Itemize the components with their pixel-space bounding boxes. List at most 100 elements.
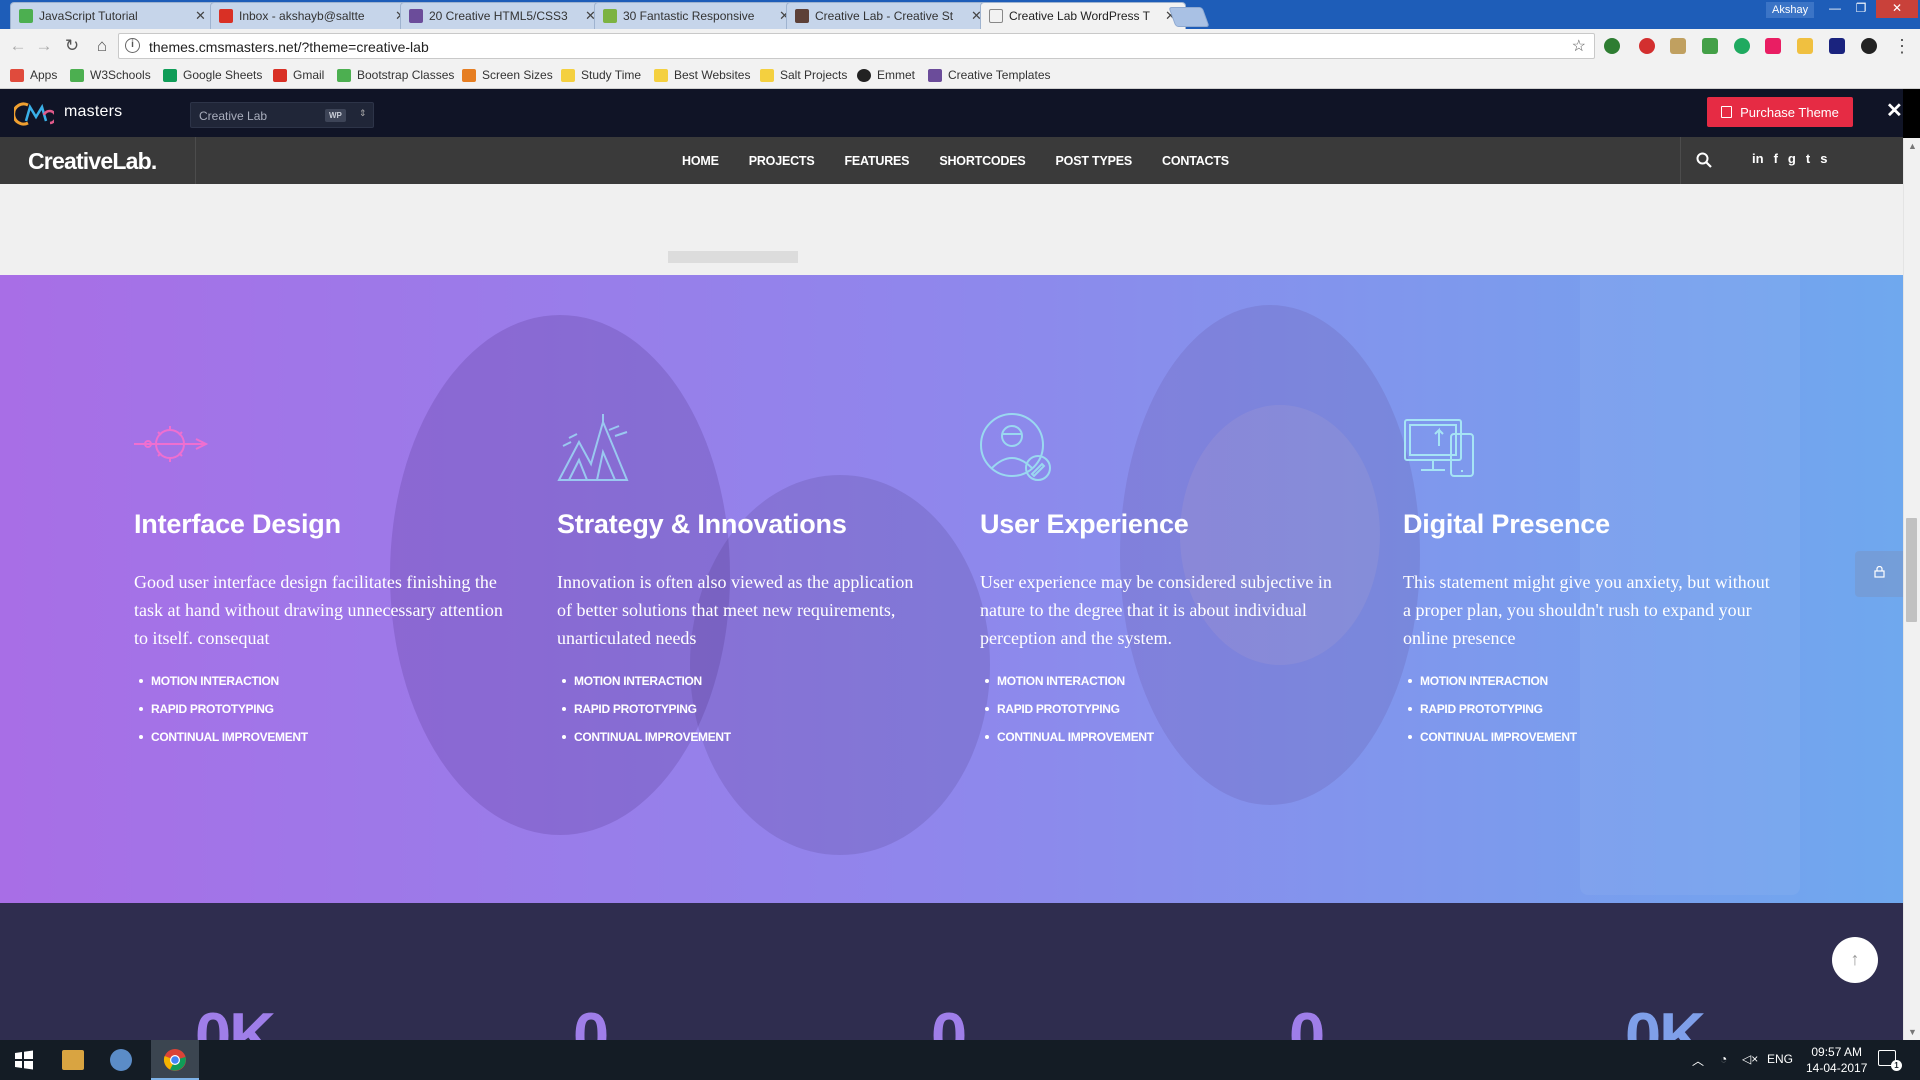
- bookmark-item[interactable]: Emmet: [857, 68, 915, 82]
- bookmark-label: Apps: [30, 68, 58, 82]
- folder-icon: [760, 68, 774, 82]
- browser-tab-active[interactable]: Creative Lab WordPress T ✕: [980, 2, 1186, 29]
- restore-icon[interactable]: ❐: [1848, 0, 1874, 18]
- feature-list: MOTION INTERACTION RAPID PROTOTYPING CON…: [1403, 674, 1783, 744]
- extension-pin-icon[interactable]: [1702, 38, 1718, 54]
- feature-title: Interface Design: [134, 509, 341, 539]
- window-close-icon[interactable]: ✕: [1876, 0, 1918, 18]
- tab-label: 20 Creative HTML5/CSS3: [429, 9, 568, 23]
- forward-arrow-icon[interactable]: →: [34, 36, 54, 56]
- reload-icon[interactable]: ↻: [62, 36, 82, 56]
- feature-list-item: MOTION INTERACTION: [1403, 674, 1783, 688]
- profile-button[interactable]: Akshay: [1766, 2, 1815, 18]
- info-icon[interactable]: i: [125, 38, 140, 53]
- feature-column: Digital Presence This statement might gi…: [1403, 412, 1783, 758]
- bookmark-label: Gmail: [293, 68, 325, 82]
- menu-kebab-icon[interactable]: ⋮: [1892, 36, 1912, 56]
- wifi-icon[interactable]: ◔: [1720, 1052, 1727, 1066]
- divider: [195, 137, 196, 184]
- bookmark-item[interactable]: Apps: [10, 68, 57, 82]
- clock[interactable]: 09:57 AM 14-04-2017: [1806, 1044, 1867, 1076]
- bookmark-item[interactable]: Gmail: [273, 68, 324, 82]
- browser-tab[interactable]: 20 Creative HTML5/CSS3 ✕: [400, 2, 606, 29]
- new-tab-button[interactable]: [1168, 7, 1210, 27]
- browser-tab[interactable]: 30 Fantastic Responsive ✕: [594, 2, 800, 29]
- bookmark-item[interactable]: Screen Sizes: [462, 68, 553, 82]
- purchase-theme-button[interactable]: Purchase Theme: [1707, 97, 1853, 127]
- skype-icon[interactable]: s: [1820, 151, 1827, 166]
- scroll-down-arrow-icon[interactable]: ▼: [1908, 1027, 1917, 1037]
- search-icon[interactable]: [1695, 151, 1713, 169]
- site-logo[interactable]: CreativeLab.: [28, 148, 157, 175]
- tray-chevron-icon[interactable]: ︿: [1692, 1052, 1704, 1069]
- extension-recycle-icon[interactable]: [1604, 38, 1620, 54]
- close-icon[interactable]: ✕: [1886, 98, 1903, 123]
- windows-start-icon[interactable]: [12, 1048, 36, 1072]
- bookmark-favicon-icon: [163, 68, 177, 82]
- tab-label: JavaScript Tutorial: [39, 9, 138, 23]
- feature-list-item: MOTION INTERACTION: [134, 674, 514, 688]
- theme-select-value: Creative Lab: [199, 109, 268, 123]
- tab-label: Creative Lab - Creative St: [815, 9, 954, 23]
- clock-date: 14-04-2017: [1806, 1061, 1868, 1075]
- extension-v-icon[interactable]: [1829, 38, 1845, 54]
- select-arrows-icon: ⇕: [359, 108, 367, 118]
- bookmark-item[interactable]: Google Sheets: [163, 68, 262, 82]
- bookmark-item[interactable]: Creative Templates: [928, 68, 1051, 82]
- tab-favicon-icon: [219, 9, 233, 23]
- lock-icon: [1874, 566, 1885, 578]
- linkedin-icon[interactable]: in: [1752, 151, 1764, 166]
- nav-contacts[interactable]: CONTACTS: [1162, 154, 1229, 168]
- home-icon[interactable]: ⌂: [92, 36, 112, 56]
- twitter-icon[interactable]: t: [1806, 151, 1810, 166]
- nav-projects[interactable]: PROJECTS: [749, 154, 815, 168]
- section-heading-ghost: [668, 251, 798, 263]
- tab-close-icon[interactable]: ✕: [195, 8, 207, 24]
- scrollbar-thumb[interactable]: [1906, 518, 1917, 622]
- back-arrow-icon[interactable]: ←: [8, 36, 28, 56]
- sticky-side-tab[interactable]: [1855, 551, 1903, 597]
- extension-color-icon[interactable]: [1765, 38, 1781, 54]
- taskbar-chrome-active[interactable]: [151, 1040, 199, 1080]
- sublime-text-icon[interactable]: [62, 1050, 84, 1070]
- main-nav: HOME PROJECTS FEATURES SHORTCODES POST T…: [682, 137, 1229, 184]
- stat-counter: 0K: [195, 999, 276, 1040]
- feature-text: Innovation is often also viewed as the a…: [557, 572, 914, 648]
- bookmark-folder[interactable]: Salt Projects: [760, 68, 847, 82]
- app-gear-icon[interactable]: [110, 1049, 132, 1071]
- adblock-extension-icon[interactable]: [1639, 38, 1655, 54]
- minimize-icon[interactable]: —: [1822, 0, 1848, 18]
- address-bar[interactable]: i themes.cmsmasters.net/?theme=creative-…: [118, 33, 1595, 59]
- scroll-to-top-button[interactable]: ↑: [1832, 937, 1878, 983]
- nav-shortcodes[interactable]: SHORTCODES: [939, 154, 1025, 168]
- grammarly-extension-icon[interactable]: [1734, 38, 1750, 54]
- feature-list-item: RAPID PROTOTYPING: [134, 702, 514, 716]
- notification-count: 1: [1891, 1060, 1902, 1071]
- extension-dark-icon[interactable]: [1861, 38, 1877, 54]
- bookmark-star-icon[interactable]: ☆: [1572, 36, 1586, 56]
- nav-home[interactable]: HOME: [682, 154, 719, 168]
- browser-tab[interactable]: Inbox - akshayb@saltte ✕: [210, 2, 416, 29]
- volume-icon[interactable]: ◁×: [1742, 1052, 1758, 1066]
- browser-tab[interactable]: Creative Lab - Creative St ✕: [786, 2, 992, 29]
- extension-hammer-icon[interactable]: [1670, 38, 1686, 54]
- nav-features[interactable]: FEATURES: [844, 154, 909, 168]
- language-indicator[interactable]: ENG: [1767, 1052, 1793, 1066]
- address-url[interactable]: themes.cmsmasters.net/?theme=creative-la…: [149, 39, 429, 55]
- feature-list-item: CONTINUAL IMPROVEMENT: [980, 730, 1360, 744]
- bookmark-item[interactable]: Bootstrap Classes: [337, 68, 454, 82]
- nav-post-types[interactable]: POST TYPES: [1056, 154, 1133, 168]
- theme-select[interactable]: Creative Lab WP ⇕: [190, 102, 374, 128]
- bookmark-item[interactable]: W3Schools: [70, 68, 151, 82]
- extension-star-icon[interactable]: [1797, 38, 1813, 54]
- browser-tab-strip: JavaScript Tutorial ✕ Inbox - akshayb@sa…: [0, 0, 1920, 29]
- google-plus-icon[interactable]: g: [1788, 151, 1796, 166]
- feature-list-item: MOTION INTERACTION: [980, 674, 1360, 688]
- facebook-icon[interactable]: f: [1774, 151, 1778, 166]
- scroll-up-arrow-icon[interactable]: ▲: [1908, 141, 1917, 151]
- feature-column: Interface Design Good user interface des…: [134, 412, 514, 758]
- bookmark-folder[interactable]: Study Time: [561, 68, 641, 82]
- browser-tab[interactable]: JavaScript Tutorial ✕: [10, 2, 216, 29]
- bookmark-folder[interactable]: Best Websites: [654, 68, 750, 82]
- cmsmasters-logo-icon: [14, 102, 54, 126]
